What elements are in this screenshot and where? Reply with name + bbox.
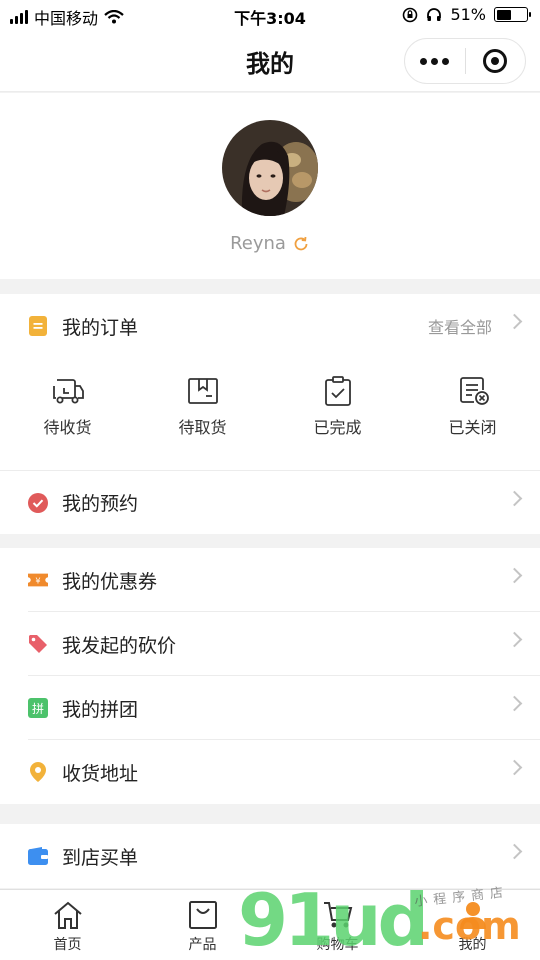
- order-status-label: 待取货: [178, 418, 227, 437]
- appointments-label: 我的预约: [62, 493, 139, 515]
- coupons-label: 我的优惠券: [62, 570, 158, 593]
- shopping-bag-icon: [188, 901, 217, 929]
- chevron-right-icon: [506, 567, 523, 584]
- headphones-icon: [427, 7, 442, 21]
- tab-label: 购物车: [316, 937, 359, 953]
- battery-icon: [494, 7, 531, 22]
- order-status-to-receive[interactable]: 待收货: [0, 358, 135, 470]
- group-buy-label: 我的拼团: [62, 698, 139, 721]
- chevron-right-icon: [506, 313, 523, 330]
- order-status-completed[interactable]: 已完成: [270, 358, 405, 470]
- coupons-row[interactable]: ¥ 我的优惠券: [0, 548, 540, 612]
- chevron-right-icon: [506, 631, 523, 648]
- chevron-right-icon: [506, 843, 523, 860]
- status-right: 51%: [402, 5, 531, 24]
- target-icon: [483, 49, 508, 73]
- close-mini-program-button[interactable]: [466, 39, 526, 83]
- more-dots-icon: [420, 57, 450, 65]
- orders-row[interactable]: 我的订单 查看全部: [0, 294, 540, 358]
- bargains-label: 我发起的砍价: [62, 634, 177, 657]
- orientation-lock-icon: [403, 7, 418, 22]
- bargains-row[interactable]: 我发起的砍价: [0, 612, 540, 676]
- orders-section: 我的订单 查看全部 待收货 待取货 已完成 已关闭 我的预约: [0, 294, 540, 534]
- appointments-row[interactable]: 我的预约: [0, 470, 540, 534]
- order-status-label: 已完成: [313, 418, 362, 437]
- tab-label: 首页: [53, 937, 82, 953]
- battery-level: [496, 9, 512, 20]
- package-icon: [187, 378, 218, 404]
- svg-text:¥: ¥: [35, 576, 40, 586]
- order-status-closed[interactable]: 已关闭: [405, 358, 540, 470]
- tab-label: 我的: [458, 937, 487, 953]
- order-status-bar: 待收货 待取货 已完成 已关闭: [0, 358, 540, 470]
- orders-title: 我的订单: [62, 316, 139, 339]
- order-status-label: 待收货: [43, 418, 92, 437]
- more-button[interactable]: [405, 39, 465, 83]
- wallet-icon: [28, 846, 48, 866]
- clipboard-check-icon: [324, 376, 351, 406]
- order-status-label: 已关闭: [448, 418, 497, 437]
- battery-percent: 51%: [450, 5, 486, 24]
- address-row[interactable]: 收货地址: [0, 740, 540, 804]
- truck-icon: [52, 379, 84, 404]
- svg-text:拼: 拼: [32, 702, 44, 716]
- price-tag-icon: [28, 634, 48, 654]
- menu-section: ¥ 我的优惠券 我发起的砍价 拼 我的拼团 收货地址: [0, 548, 540, 804]
- status-bar: 中国移动 下午3:04 51%: [0, 0, 540, 30]
- refresh-icon[interactable]: [292, 235, 310, 253]
- order-status-to-pickup[interactable]: 待取货: [135, 358, 270, 470]
- chevron-right-icon: [506, 695, 523, 712]
- username-row: Reyna: [0, 233, 540, 254]
- group-buy-row[interactable]: 拼 我的拼团: [0, 676, 540, 740]
- username: Reyna: [230, 233, 286, 254]
- tab-label: 产品: [188, 937, 217, 953]
- order-list-icon: [28, 316, 48, 336]
- home-icon: [53, 901, 82, 929]
- coupon-icon: ¥: [28, 570, 48, 590]
- nav-bar: 我的: [0, 30, 540, 92]
- avatar[interactable]: [222, 120, 318, 216]
- profile-card: Reyna: [0, 93, 540, 279]
- chevron-right-icon: [506, 759, 523, 776]
- chevron-right-icon: [506, 490, 523, 507]
- tab-cart[interactable]: 购物车: [270, 890, 405, 960]
- store-pay-label: 到店买单: [62, 846, 139, 869]
- store-pay-row[interactable]: 到店买单: [0, 824, 540, 888]
- location-pin-icon: [28, 762, 48, 782]
- mini-program-capsule: [404, 38, 526, 84]
- store-pay-section: 到店买单: [0, 824, 540, 888]
- cart-icon: [323, 902, 352, 928]
- view-all-orders-link[interactable]: 查看全部: [428, 314, 492, 338]
- tab-me[interactable]: 我的: [405, 890, 540, 960]
- tab-home[interactable]: 首页: [0, 890, 135, 960]
- user-icon: [459, 902, 486, 929]
- group-buy-icon: 拼: [28, 698, 48, 718]
- tab-bar: 首页 产品 购物车 我的: [0, 889, 540, 960]
- check-circle-icon: [28, 492, 48, 513]
- tab-products[interactable]: 产品: [135, 890, 270, 960]
- address-label: 收货地址: [62, 762, 139, 785]
- list-closed-icon: [459, 377, 489, 405]
